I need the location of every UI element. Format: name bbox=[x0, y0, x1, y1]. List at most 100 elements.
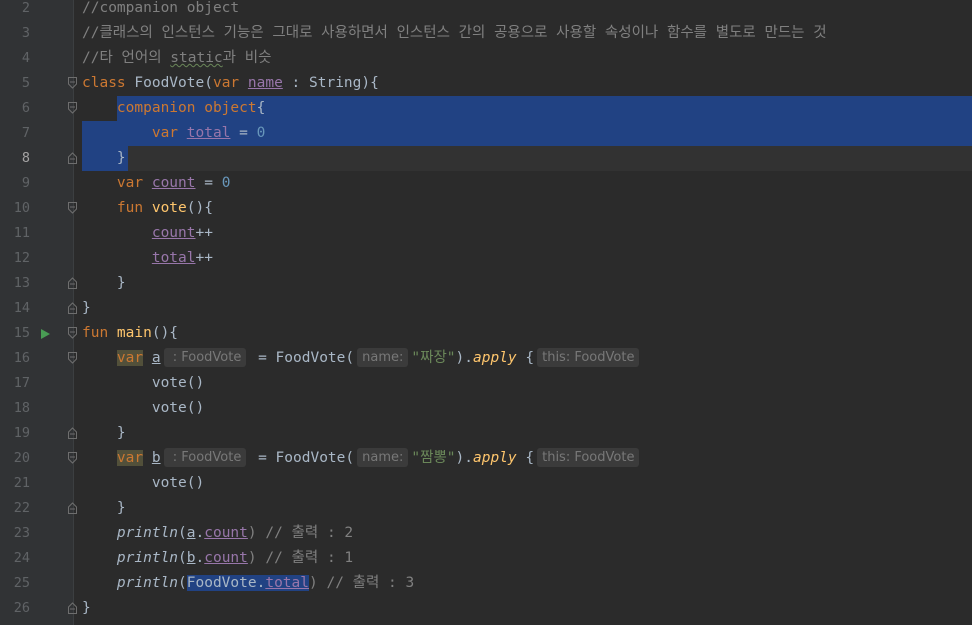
line-number: 24 bbox=[13, 550, 30, 566]
code-token: } bbox=[116, 150, 126, 166]
code-line[interactable]: 7 var total = 0 bbox=[0, 121, 972, 146]
fold-open-icon[interactable] bbox=[68, 202, 77, 214]
code-text[interactable]: } bbox=[82, 296, 91, 321]
code-token: ) // 출력 : 3 bbox=[309, 575, 415, 591]
code-line[interactable]: 14} bbox=[0, 296, 972, 321]
code-token: 과 비슷 bbox=[222, 50, 272, 66]
line-number: 17 bbox=[13, 375, 30, 391]
code-text[interactable]: total++ bbox=[82, 246, 213, 271]
code-line[interactable]: 20 var b : FoodVote = FoodVote(name: "짬뽕"… bbox=[0, 446, 972, 471]
code-token: vote() bbox=[151, 475, 205, 491]
code-line[interactable]: 22 } bbox=[0, 496, 972, 521]
code-line[interactable]: 3 //클래스의 인스턴스 기능은 그대로 사용하면서 인스턴스 간의 공용으로 … bbox=[0, 21, 972, 46]
code-text[interactable]: println(a.count) // 출력 : 2 bbox=[82, 521, 353, 546]
code-text[interactable]: vote() bbox=[82, 371, 204, 396]
code-token: . bbox=[195, 525, 205, 541]
code-token: count bbox=[151, 225, 196, 241]
code-token: companion object bbox=[116, 100, 257, 116]
code-line[interactable]: 6 companion object{ bbox=[0, 96, 972, 121]
code-token: name bbox=[247, 75, 283, 91]
fold-close-icon[interactable] bbox=[68, 427, 77, 439]
code-token: 0 bbox=[256, 125, 266, 141]
code-token: ( bbox=[178, 575, 187, 591]
code-text[interactable]: //클래스의 인스턴스 기능은 그대로 사용하면서 인스턴스 간의 공용으로 사… bbox=[82, 21, 827, 46]
fold-open-icon[interactable] bbox=[68, 102, 77, 114]
code-line[interactable]: 26} bbox=[0, 596, 972, 621]
code-text[interactable]: fun vote(){ bbox=[82, 196, 213, 221]
code-text[interactable]: companion object{ bbox=[82, 96, 265, 121]
fold-close-icon[interactable] bbox=[68, 502, 77, 514]
code-line[interactable]: 12 total++ bbox=[0, 246, 972, 271]
code-token: main bbox=[116, 325, 152, 341]
code-token: } bbox=[82, 300, 91, 316]
code-text[interactable]: println(b.count) // 출력 : 1 bbox=[82, 546, 353, 571]
line-number: 12 bbox=[13, 250, 30, 266]
line-number: 2 bbox=[21, 0, 30, 16]
code-text[interactable]: } bbox=[82, 271, 126, 296]
code-text[interactable]: } bbox=[82, 146, 126, 171]
code-editor[interactable]: 2 //companion object 3 //클래스의 인스턴스 기능은 그대로 … bbox=[0, 0, 972, 625]
line-number: 5 bbox=[21, 75, 30, 91]
fold-open-icon[interactable] bbox=[68, 327, 77, 339]
code-text[interactable]: var b : FoodVote = FoodVote(name: "짬뽕").a… bbox=[82, 446, 642, 471]
code-token: } bbox=[116, 500, 126, 516]
code-line[interactable]: 2 //companion object bbox=[0, 0, 972, 21]
fold-close-icon[interactable] bbox=[68, 277, 77, 289]
fold-close-icon[interactable] bbox=[68, 602, 77, 614]
code-text[interactable]: var total = 0 bbox=[82, 121, 266, 146]
code-text[interactable]: } bbox=[82, 496, 126, 521]
code-text[interactable]: class FoodVote(var name : String){ bbox=[82, 71, 379, 96]
code-line[interactable]: 16 var a : FoodVote = FoodVote(name: "짜장"… bbox=[0, 346, 972, 371]
code-line[interactable]: 11 count++ bbox=[0, 221, 972, 246]
fold-open-icon[interactable] bbox=[68, 352, 77, 364]
code-token: var bbox=[116, 450, 144, 466]
run-icon[interactable] bbox=[41, 329, 50, 339]
code-text[interactable]: vote() bbox=[82, 471, 204, 496]
code-token: //타 언어의 bbox=[82, 50, 171, 66]
code-token: static bbox=[170, 50, 223, 66]
code-text[interactable]: //타 언어의 static과 비슷 bbox=[82, 46, 271, 71]
code-line[interactable]: 24 println(b.count) // 출력 : 1 bbox=[0, 546, 972, 571]
code-line[interactable]: 10 fun vote(){ bbox=[0, 196, 972, 221]
code-line[interactable]: 25 println(FoodVote.total) // 출력 : 3 bbox=[0, 571, 972, 596]
code-token: } bbox=[82, 600, 91, 616]
code-text[interactable]: } bbox=[82, 596, 91, 621]
code-line[interactable]: 13 } bbox=[0, 271, 972, 296]
fold-close-icon[interactable] bbox=[68, 302, 77, 314]
code-line[interactable]: 23 println(a.count) // 출력 : 2 bbox=[0, 521, 972, 546]
code-token: println bbox=[116, 550, 179, 566]
code-text[interactable]: fun main(){ bbox=[82, 321, 178, 346]
code-line[interactable]: 17 vote() bbox=[0, 371, 972, 396]
fold-open-icon[interactable] bbox=[68, 452, 77, 464]
code-text[interactable]: println(FoodVote.total) // 출력 : 3 bbox=[82, 571, 414, 596]
code-text[interactable]: } bbox=[82, 421, 126, 446]
code-text[interactable]: count++ bbox=[82, 221, 213, 246]
code-line[interactable]: 4 //타 언어의 static과 비슷 bbox=[0, 46, 972, 71]
code-text[interactable]: var a : FoodVote = FoodVote(name: "짜장").a… bbox=[82, 346, 642, 371]
inlay-hint: this: FoodVote bbox=[537, 348, 640, 367]
code-text[interactable]: //companion object bbox=[82, 0, 239, 21]
code-line[interactable]: 19 } bbox=[0, 421, 972, 446]
code-line[interactable]: 5 class FoodVote(var name : String){ bbox=[0, 71, 972, 96]
code-line[interactable]: 21 vote() bbox=[0, 471, 972, 496]
code-line[interactable]: 8 } bbox=[0, 146, 972, 171]
code-line[interactable]: 15 fun main(){ bbox=[0, 321, 972, 346]
fold-open-icon[interactable] bbox=[68, 77, 77, 89]
code-text[interactable]: vote() bbox=[82, 396, 204, 421]
code-token: count bbox=[204, 525, 248, 541]
code-line[interactable]: 18 vote() bbox=[0, 396, 972, 421]
code-text[interactable]: var count = 0 bbox=[82, 171, 231, 196]
fold-close-icon[interactable] bbox=[68, 152, 77, 164]
code-line[interactable]: 9 var count = 0 bbox=[0, 171, 972, 196]
code-token: = FoodVote( bbox=[249, 450, 355, 466]
code-token: (){ bbox=[186, 200, 213, 216]
